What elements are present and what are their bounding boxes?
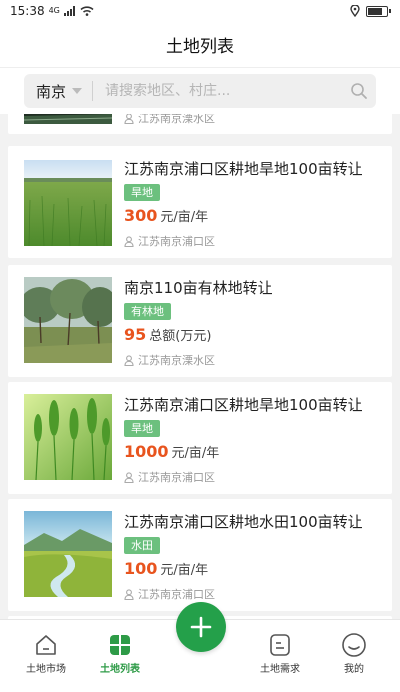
city-label: 南京 [36,82,67,101]
status-time: 15:38 [10,4,45,18]
list-item[interactable]: 南京110亩有林地转让 有林地 95 总额(万元) 江苏南京溧水区 [8,265,392,377]
listing-title: 江苏南京浦口区耕地水田100亩转让 [124,513,363,531]
person-icon [124,114,134,124]
person-icon [124,471,134,483]
list-item-partial[interactable]: 江苏南京溧水区 [8,114,392,134]
grid-icon [110,635,130,655]
listing-location: 江苏南京溧水区 [124,352,215,368]
listing-price: 300 元/亩/年 [124,206,208,225]
battery-icon [366,5,391,17]
document-icon [270,634,290,656]
page-title: 土地列表 [0,22,400,68]
price-value: 1000 [124,442,169,461]
bottom-tab-bar: 土地市场 土地列表 土地需求 我的 [0,602,400,692]
land-type-tag: 水田 [124,537,160,554]
tab-label: 土地市场 [26,664,66,675]
city-selector[interactable]: 南京 [24,81,92,102]
price-value: 100 [124,559,158,578]
listing-location: 江苏南京浦口区 [124,469,215,485]
list-item[interactable]: 江苏南京浦口区耕地水田100亩转让 水田 100 元/亩/年 江苏南京浦口区 [8,499,392,611]
tab-label: 我的 [344,664,364,675]
listing-image [24,160,112,246]
price-unit: 总额(万元) [149,329,212,344]
listing-price: 1000 元/亩/年 [124,442,219,461]
tab-label: 土地需求 [260,664,300,675]
listing-location: 江苏南京浦口区 [124,586,215,602]
person-icon [124,354,134,366]
home-icon [36,635,56,655]
listing-title: 江苏南京浦口区耕地旱地100亩转让 [124,396,363,414]
person-icon [124,235,134,247]
location-pin-icon [350,5,360,17]
profile-icon [342,633,366,657]
price-unit: 元/亩/年 [160,210,209,225]
listing-title: 江苏南京浦口区耕地旱地100亩转让 [124,160,363,178]
listing-image [24,277,112,363]
land-type-tag: 旱地 [124,420,160,437]
land-type-tag: 有林地 [124,303,171,320]
list-item[interactable]: 江苏南京浦口区耕地旱地100亩转让 旱地 300 元/亩/年 江苏南京浦口区 [8,146,392,258]
land-list: 江苏南京溧水区 江苏南京浦口区耕地旱地100亩转让 旱地 300 元/亩/年 江… [0,114,400,619]
listing-price: 95 总额(万元) [124,325,211,344]
price-value: 300 [124,206,158,225]
dropdown-arrow-icon [72,88,83,94]
tab-land-market[interactable]: 土地市场 [14,630,78,675]
price-unit: 元/亩/年 [171,446,220,461]
list-item[interactable]: 江苏南京浦口区耕地旱地100亩转让 旱地 1000 元/亩/年 江苏南京浦口区 [8,382,392,494]
price-unit: 元/亩/年 [160,563,209,578]
person-icon [124,588,134,600]
plus-icon [190,616,212,638]
land-type-tag: 旱地 [124,184,160,201]
search-icon[interactable] [342,74,376,108]
tab-land-demand[interactable]: 土地需求 [248,630,312,675]
listing-price: 100 元/亩/年 [124,559,208,578]
listing-image [24,114,112,124]
listing-location: 江苏南京溧水区 [124,114,215,126]
tab-mine[interactable]: 我的 [322,630,386,675]
network-type: 4G [48,6,60,15]
status-bar: 15:38 4G [0,0,400,22]
price-value: 95 [124,325,147,344]
wifi-icon [80,6,94,16]
tab-land-list[interactable]: 土地列表 [88,630,152,675]
search-input[interactable] [93,83,342,99]
search-section: 南京 [0,68,400,114]
listing-image [24,394,112,480]
listing-location: 江苏南京浦口区 [124,233,215,249]
signal-icon [63,6,75,16]
tab-label: 土地列表 [100,664,140,675]
listing-title: 南京110亩有林地转让 [124,279,273,297]
app-screen: 15:38 4G 土地列表 南京 请搜索地区、村庄... 江苏南京溧水区 江苏南… [0,0,400,692]
add-land-button[interactable] [176,602,226,652]
listing-image [24,511,112,597]
search-bar: 南京 [24,74,376,108]
